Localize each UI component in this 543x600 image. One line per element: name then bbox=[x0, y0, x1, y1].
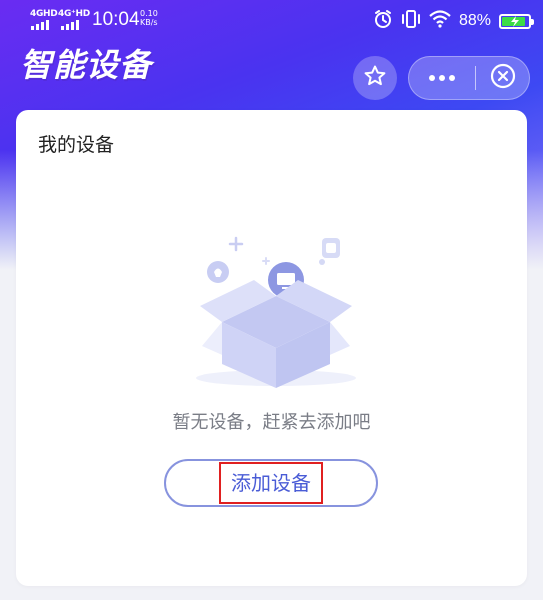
more-icon bbox=[429, 75, 435, 81]
more-button[interactable] bbox=[409, 57, 475, 99]
add-device-button-label: 添加设备 bbox=[219, 462, 323, 504]
alarm-icon bbox=[373, 9, 393, 33]
miniapp-capsule bbox=[408, 56, 530, 100]
star-icon bbox=[363, 64, 387, 92]
my-devices-card: 我的设备 暂无设备，赶紧去添加吧 添加设备 bbox=[16, 110, 527, 586]
status-time: 10:04 bbox=[92, 9, 140, 30]
signal-label-2: 4G⁺HD bbox=[58, 9, 90, 19]
add-device-button[interactable]: 添加设备 bbox=[164, 459, 378, 507]
vibrate-icon bbox=[401, 9, 421, 33]
close-button[interactable] bbox=[476, 57, 529, 99]
status-right-group: 88% bbox=[373, 9, 534, 33]
network-speed-value: 0.10 bbox=[140, 9, 158, 18]
network-speed-unit: KB/s bbox=[140, 18, 158, 27]
card-title: 我的设备 bbox=[38, 134, 115, 156]
network-speed: 0.10 KB/s bbox=[140, 9, 158, 27]
signal-label-1: 4GHD bbox=[30, 9, 58, 19]
empty-message: 暂无设备，赶紧去添加吧 bbox=[172, 412, 371, 433]
status-bar: 4GHD 4G⁺HD 10:04 0.10 KB/s 88% bbox=[0, 0, 543, 40]
battery-percent: 88% bbox=[458, 12, 491, 29]
favorite-button[interactable] bbox=[353, 56, 397, 100]
page-title: 智能设备 bbox=[20, 46, 153, 84]
empty-box-illustration bbox=[176, 230, 376, 394]
wifi-icon bbox=[429, 10, 451, 32]
close-circle-icon bbox=[490, 63, 516, 93]
signal-bars-2-icon bbox=[61, 20, 79, 30]
battery-icon bbox=[499, 13, 534, 29]
signal-bars-1-icon bbox=[31, 20, 49, 30]
